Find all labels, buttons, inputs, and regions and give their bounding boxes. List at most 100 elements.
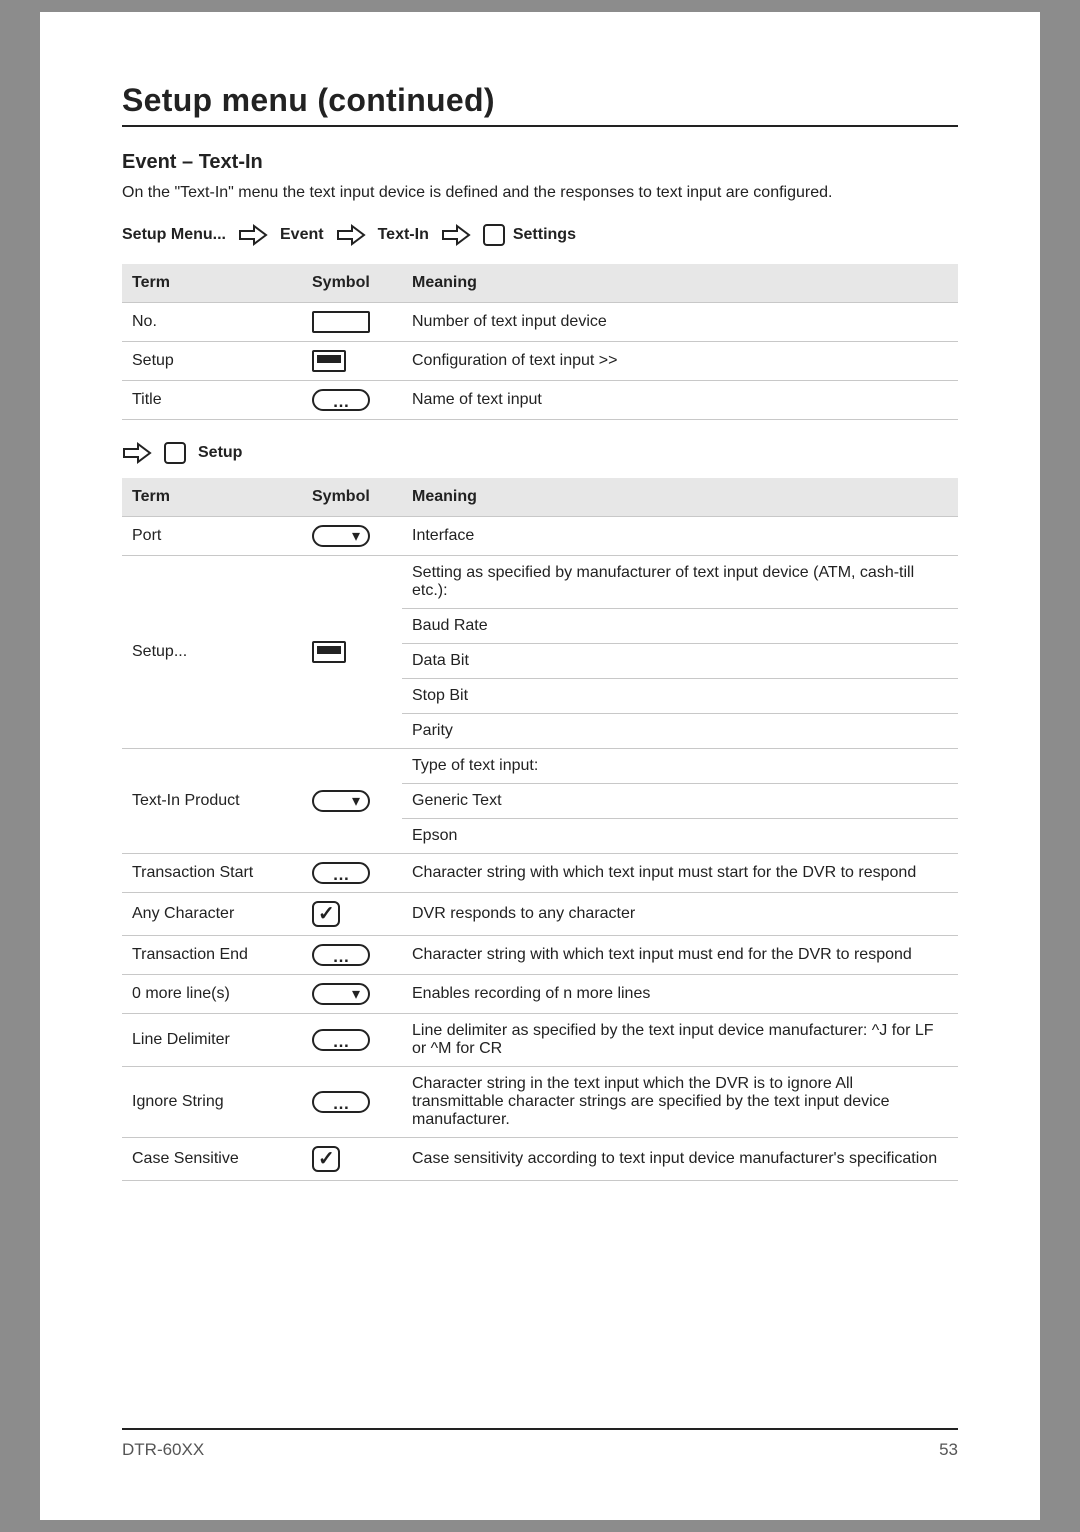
col-header-meaning: Meaning [402, 478, 958, 517]
meaning-cell: Type of text input: [402, 749, 958, 784]
meaning-cell: Stop Bit [402, 679, 958, 714]
meaning-cell: DVR responds to any character [402, 893, 958, 936]
table-row: Port Interface [122, 517, 958, 556]
meaning-cell: Generic Text [402, 784, 958, 819]
term-cell: No. [122, 303, 302, 342]
meaning-cell: Case sensitivity according to text input… [402, 1138, 958, 1181]
symbol-dropdown-icon [312, 525, 370, 547]
breadcrumb-label: Text-In [378, 226, 429, 244]
checkbox-icon [164, 442, 186, 464]
arrow-icon [238, 224, 268, 246]
meaning-cell: Interface [402, 517, 958, 556]
symbol-ellipsis-icon [312, 1029, 370, 1051]
table-row: Setup Configuration of text input >> [122, 342, 958, 381]
symbol-check-icon [312, 901, 340, 927]
symbol-check-icon [312, 1146, 340, 1172]
symbol-cell [302, 1138, 402, 1181]
term-cell: Any Character [122, 893, 302, 936]
col-header-symbol: Symbol [302, 478, 402, 517]
title-rule [122, 125, 958, 127]
meaning-cell: Baud Rate [402, 609, 958, 644]
symbol-cell [302, 556, 402, 749]
term-cell: Setup... [122, 556, 302, 749]
table-row: 0 more line(s)Enables recording of n mor… [122, 975, 958, 1014]
meaning-cell: Line delimiter as specified by the text … [402, 1014, 958, 1067]
table-row: Case Sensitive Case sensitivity according… [122, 1138, 958, 1181]
table-row: Setup...Setting as specified by manufact… [122, 556, 958, 609]
symbol-fill-icon [312, 350, 346, 372]
symbol-ellipsis-icon [312, 1091, 370, 1113]
sub-breadcrumb-label: Setup [198, 444, 242, 462]
table-row: Line Delimiter Line delimiter as specifie… [122, 1014, 958, 1067]
symbol-cell [302, 517, 402, 556]
symbol-dropdown-icon [312, 790, 370, 812]
term-cell: Case Sensitive [122, 1138, 302, 1181]
symbol-cell [302, 381, 402, 420]
breadcrumb-label: Setup Menu... [122, 226, 226, 244]
page-footer: DTR-60XX 53 [122, 1428, 958, 1460]
meaning-cell: Configuration of text input >> [402, 342, 958, 381]
table-header-row: Term Symbol Meaning [122, 478, 958, 517]
section-title: Event – Text-In [122, 151, 958, 174]
meaning-cell: Character string with which text input m… [402, 854, 958, 893]
table-row: No. Number of text input device [122, 303, 958, 342]
table-header-row: Term Symbol Meaning [122, 264, 958, 303]
meaning-cell: Name of text input [402, 381, 958, 420]
definitions-table-2: Term Symbol Meaning PortInterfaceSetup..… [122, 478, 958, 1181]
symbol-cell [302, 893, 402, 936]
footer-model: DTR-60XX [122, 1440, 204, 1460]
meaning-cell: Setting as specified by manufacturer of … [402, 556, 958, 609]
symbol-textfield-icon [312, 311, 370, 333]
table-row: Any Character DVR responds to any charact… [122, 893, 958, 936]
term-cell: Text-In Product [122, 749, 302, 854]
meaning-cell: Character string with which text input m… [402, 936, 958, 975]
breadcrumb-item: Text-In [378, 226, 429, 244]
term-cell: Transaction Start [122, 854, 302, 893]
meaning-cell: Character string in the text input which… [402, 1067, 958, 1138]
breadcrumb-label: Settings [513, 226, 576, 244]
table-row: Transaction End Character string with whi… [122, 936, 958, 975]
symbol-cell [302, 303, 402, 342]
term-cell: Line Delimiter [122, 1014, 302, 1067]
table-row: Transaction Start Character string with w… [122, 854, 958, 893]
meaning-cell: Data Bit [402, 644, 958, 679]
symbol-cell [302, 342, 402, 381]
breadcrumb-item: Event [280, 226, 324, 244]
term-cell: Transaction End [122, 936, 302, 975]
meaning-cell: Parity [402, 714, 958, 749]
sub-breadcrumb: Setup [122, 442, 958, 464]
symbol-cell [302, 975, 402, 1014]
symbol-cell [302, 936, 402, 975]
meaning-cell: Number of text input device [402, 303, 958, 342]
footer-page-number: 53 [939, 1440, 958, 1460]
table-row: Text-In ProductType of text input: [122, 749, 958, 784]
intro-text: On the "Text-In" menu the text input dev… [122, 184, 958, 202]
breadcrumb-item: Settings [483, 224, 576, 246]
symbol-cell [302, 1067, 402, 1138]
arrow-icon [122, 442, 152, 464]
breadcrumb-item: Setup Menu... [122, 226, 226, 244]
table-row: Ignore String Character string in the tex… [122, 1067, 958, 1138]
symbol-ellipsis-icon [312, 862, 370, 884]
definitions-table-1: Term Symbol Meaning No. Number of text in… [122, 264, 958, 420]
col-header-term: Term [122, 264, 302, 303]
symbol-cell [302, 1014, 402, 1067]
arrow-icon [441, 224, 471, 246]
symbol-fill-icon [312, 641, 346, 663]
breadcrumb: Setup Menu... Event Text-In Settings [122, 224, 958, 246]
symbol-ellipsis-icon [312, 389, 370, 411]
term-cell: 0 more line(s) [122, 975, 302, 1014]
symbol-cell [302, 854, 402, 893]
arrow-icon [336, 224, 366, 246]
breadcrumb-label: Event [280, 226, 324, 244]
table-row: Title Name of text input [122, 381, 958, 420]
term-cell: Ignore String [122, 1067, 302, 1138]
term-cell: Port [122, 517, 302, 556]
term-cell: Setup [122, 342, 302, 381]
symbol-cell [302, 749, 402, 854]
meaning-cell: Epson [402, 819, 958, 854]
symbol-ellipsis-icon [312, 944, 370, 966]
manual-page: Setup menu (continued) Event – Text-In O… [40, 12, 1040, 1520]
term-cell: Title [122, 381, 302, 420]
symbol-dropdown-icon [312, 983, 370, 1005]
